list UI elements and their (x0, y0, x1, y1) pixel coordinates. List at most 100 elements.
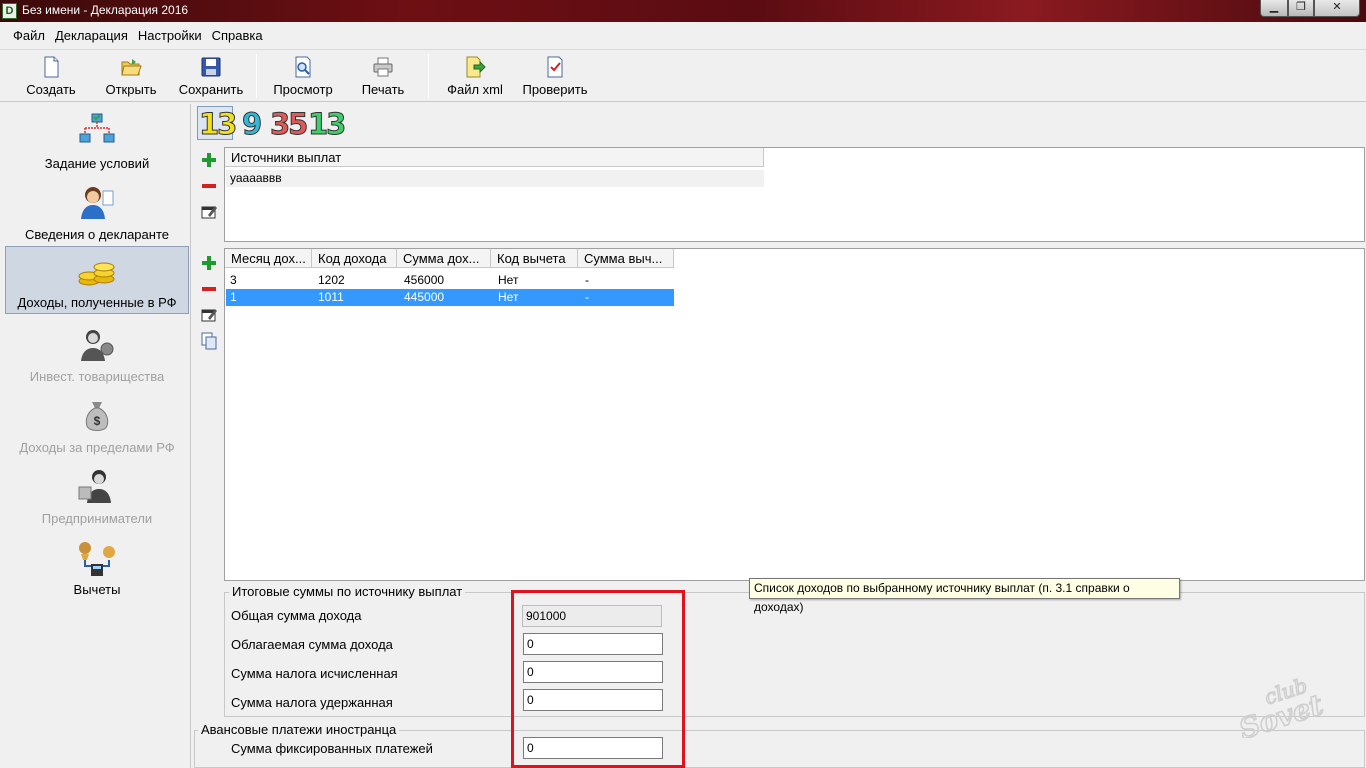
plus-icon (202, 153, 216, 167)
total-income-label: Общая сумма дохода (231, 608, 362, 623)
taxable-income-label: Облагаемая сумма дохода (231, 637, 393, 652)
coins-icon (78, 262, 115, 286)
table-cell: Нет (498, 290, 519, 304)
edit-source-button[interactable] (199, 201, 219, 221)
maximize-icon[interactable]: ❐ (1288, 0, 1314, 17)
watermark-logo: club Sovet (1234, 673, 1328, 738)
save-button[interactable]: Сохранить (174, 54, 248, 100)
nav-item-conditions[interactable]: Задание условий (5, 108, 189, 176)
xml-export-icon (466, 56, 486, 78)
xml-file-button[interactable]: Файл xml (440, 54, 510, 100)
toolbar-separator (256, 54, 257, 98)
copy-icon (201, 332, 217, 350)
nav-item-foreign-income[interactable]: $ Доходы за пределами РФ (5, 392, 189, 460)
tax-rate-13b-tab[interactable]: 13 (307, 107, 346, 142)
menu-settings[interactable]: Настройки (133, 23, 207, 49)
edit-income-button[interactable] (199, 304, 219, 324)
table-cell: - (585, 273, 589, 287)
flowchart-icon (79, 113, 115, 143)
xml-file-button-label: Файл xml (447, 82, 503, 97)
table-cell: 1 (230, 290, 237, 304)
preview-button-label: Просмотр (273, 82, 333, 97)
table-cell: Нет (498, 273, 519, 287)
window-title: Без имени - Декларация 2016 (22, 3, 189, 17)
incomes-grid: Месяц дох... Код дохода Сумма дох... Код… (224, 248, 1365, 581)
column-header[interactable]: Сумма выч... (578, 249, 674, 268)
table-cell: 456000 (404, 273, 445, 287)
advance-payments-title: Авансовые платежи иностранца (198, 722, 400, 737)
remove-source-button[interactable] (199, 176, 219, 196)
entrepreneur-icon (78, 470, 111, 503)
open-button-label: Открыть (105, 82, 157, 97)
table-cell: 1011 (318, 290, 344, 304)
tax-calculated-label: Сумма налога исчисленная (231, 666, 398, 681)
totals-group-title: Итоговые суммы по источнику выплат (229, 584, 466, 599)
create-button-label: Создать (26, 82, 76, 97)
person-icon (81, 187, 114, 219)
nav-item-label: Инвест. товарищества (29, 369, 165, 384)
menu-bar: Файл Декларация Настройки Справка (0, 22, 1366, 50)
nav-item-label: Доходы, полученные в РФ (17, 295, 177, 310)
nav-item-label: Вычеты (73, 582, 121, 597)
nav-item-label: Сведения о декларанте (25, 227, 169, 242)
open-button[interactable]: Открыть (98, 54, 164, 100)
column-header[interactable]: Код дохода (312, 249, 397, 268)
plus-icon (202, 256, 216, 270)
check-button[interactable]: Проверить (516, 54, 594, 100)
remove-income-button[interactable] (199, 279, 219, 299)
menu-help[interactable]: Справка (207, 23, 268, 49)
edit-icon (201, 309, 217, 322)
nav-item-income-rf[interactable]: Доходы, полученные в РФ (5, 246, 189, 314)
nav-item-deductions[interactable]: Вычеты (5, 534, 189, 602)
window-controls: ▁ ❐ ✕ (1260, 0, 1360, 18)
close-icon[interactable]: ✕ (1314, 0, 1360, 17)
table-row-selected[interactable]: 1 1011 445000 Нет - (226, 289, 674, 306)
menu-file[interactable]: Файл (8, 23, 50, 49)
print-button[interactable]: Печать (352, 54, 414, 100)
new-document-icon (44, 56, 59, 78)
column-header[interactable]: Код вычета (491, 249, 578, 268)
menu-declaration[interactable]: Декларация (50, 23, 133, 49)
toolbar: Создать Открыть Сохранить Просмотр Печат… (0, 50, 1366, 102)
nav-item-label: Задание условий (44, 156, 150, 171)
printer-icon (373, 57, 393, 77)
left-nav-panel: Задание условий Сведения о декларанте До… (3, 104, 191, 768)
deductions-icon (79, 542, 115, 576)
title-bar: D Без имени - Декларация 2016 ▁ ❐ ✕ (0, 0, 1366, 22)
nav-item-declarant[interactable]: Сведения о декларанте (5, 179, 189, 247)
app-icon: D (2, 3, 17, 19)
add-income-button[interactable] (199, 253, 219, 273)
money-bag-icon: $ (85, 402, 109, 431)
table-cell: 445000 (404, 290, 445, 304)
tax-rate-9-tab[interactable]: 9 (241, 107, 262, 142)
tax-rate-strip (194, 104, 1366, 144)
preview-icon (295, 56, 311, 78)
column-header[interactable]: Сумма дох... (397, 249, 491, 268)
preview-button[interactable]: Просмотр (266, 54, 340, 100)
minus-icon (202, 184, 216, 188)
check-button-label: Проверить (522, 82, 588, 97)
table-cell: 3 (230, 273, 237, 287)
print-button-label: Печать (361, 82, 405, 97)
create-button[interactable]: Создать (18, 54, 84, 100)
copy-income-button[interactable] (199, 331, 219, 351)
fixed-payments-label: Сумма фиксированных платежей (231, 741, 433, 756)
source-row[interactable]: уааааввв (226, 170, 764, 187)
toolbar-separator (428, 54, 429, 98)
nav-item-investment[interactable]: Инвест. товарищества (5, 321, 189, 389)
sources-header[interactable]: Источники выплат (225, 148, 764, 167)
tax-withheld-label: Сумма налога удержанная (231, 695, 393, 710)
add-source-button[interactable] (199, 150, 219, 170)
column-header[interactable]: Месяц дох... (225, 249, 312, 268)
edit-icon (201, 206, 217, 219)
minimize-icon[interactable]: ▁ (1260, 0, 1288, 17)
tooltip: Список доходов по выбранному источнику в… (749, 578, 1180, 614)
table-cell: 1202 (318, 273, 345, 287)
save-button-label: Сохранить (178, 82, 244, 97)
tax-rate-13-tab[interactable]: 13 (198, 107, 237, 142)
nav-item-label: Доходы за пределами РФ (19, 440, 175, 455)
tax-rate-35-tab[interactable]: 35 (269, 107, 308, 142)
investor-icon (81, 330, 114, 361)
nav-item-label: Предприниматели (41, 511, 153, 526)
nav-item-entrepreneurs[interactable]: Предприниматели (5, 463, 189, 531)
